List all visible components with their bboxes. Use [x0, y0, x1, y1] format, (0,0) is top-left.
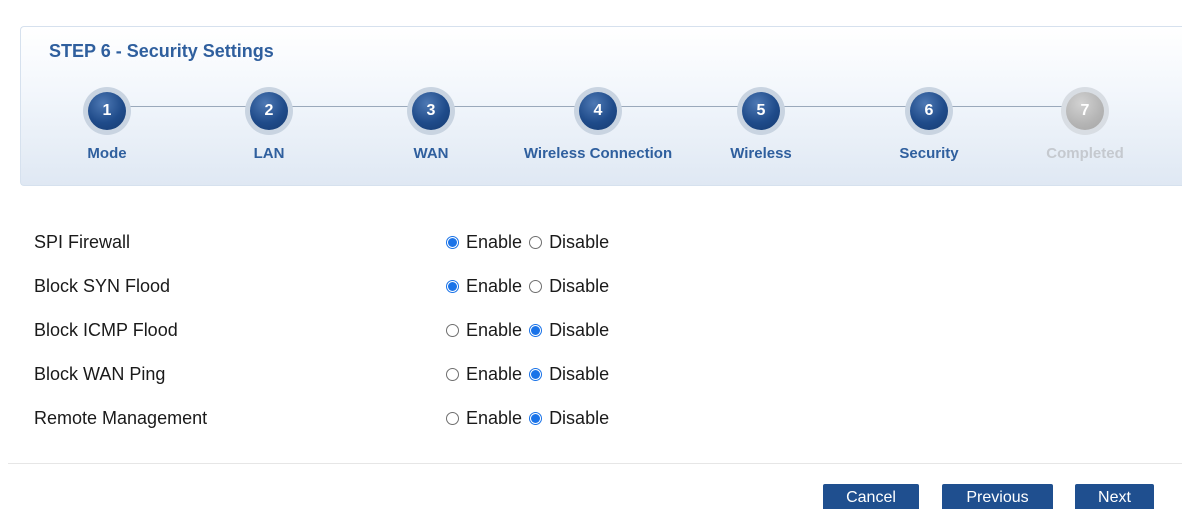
disable-option-label[interactable]: Disable	[549, 320, 609, 341]
block-icmp-flood-enable-radio[interactable]	[446, 324, 459, 337]
wizard-step-wireless-connection[interactable]: 4 Wireless Connection	[518, 87, 678, 162]
wizard-step-wireless[interactable]: 5 Wireless	[681, 87, 841, 162]
setting-label: Remote Management	[34, 408, 208, 428]
step-number-badge: 3	[412, 92, 450, 130]
wizard-step-lan[interactable]: 2 LAN	[189, 87, 349, 162]
page-title: STEP 6 - Security Settings	[49, 41, 274, 61]
setting-row-block-icmp-flood: Block ICMP Flood Enable Disable	[34, 316, 834, 360]
spi-firewall-enable-radio[interactable]	[446, 236, 459, 249]
enable-option-label[interactable]: Enable	[466, 276, 522, 297]
step-number-badge: 1	[88, 92, 126, 130]
radio-group: Enable Disable	[446, 364, 616, 385]
remote-management-disable-radio[interactable]	[529, 412, 543, 425]
block-syn-flood-disable-radio[interactable]	[529, 280, 543, 293]
step-label: Wireless	[730, 145, 792, 162]
step-label: Security	[899, 145, 959, 162]
enable-option-label[interactable]: Enable	[466, 408, 522, 429]
setting-label: Block SYN Flood	[34, 276, 171, 296]
step-number-badge: 6	[910, 92, 948, 130]
setting-row-block-wan-ping: Block WAN Ping Enable Disable	[34, 360, 834, 404]
footer-divider	[8, 463, 1182, 464]
setting-row-remote-management: Remote Management Enable Disable	[34, 404, 834, 448]
enable-option-label[interactable]: Enable	[466, 364, 522, 385]
step-label: Wireless Connection	[523, 145, 673, 162]
block-icmp-flood-disable-radio[interactable]	[529, 324, 543, 337]
setting-label: Block WAN Ping	[34, 364, 166, 384]
wizard-header-panel: STEP 6 - Security Settings 1 Mode 2 LAN …	[20, 26, 1182, 186]
wizard-step-completed: 7 Completed	[1005, 87, 1165, 162]
radio-group: Enable Disable	[446, 232, 616, 253]
setting-label: SPI Firewall	[34, 232, 131, 252]
step-label: Mode	[87, 145, 127, 162]
radio-group: Enable Disable	[446, 276, 616, 297]
cancel-button[interactable]: Cancel	[823, 484, 919, 509]
remote-management-enable-radio[interactable]	[446, 412, 459, 425]
step-number-badge: 2	[250, 92, 288, 130]
spi-firewall-disable-radio[interactable]	[529, 236, 543, 249]
security-settings-form: SPI Firewall Enable Disable Block SYN Fl…	[34, 228, 834, 448]
setting-label: Block ICMP Flood	[34, 320, 178, 340]
disable-option-label[interactable]: Disable	[549, 408, 609, 429]
radio-group: Enable Disable	[446, 408, 616, 429]
setup-wizard-page: STEP 6 - Security Settings 1 Mode 2 LAN …	[0, 0, 1182, 509]
step-number-badge: 7	[1066, 92, 1104, 130]
step-label: WAN	[413, 145, 449, 162]
disable-option-label[interactable]: Disable	[549, 364, 609, 385]
setting-row-block-syn-flood: Block SYN Flood Enable Disable	[34, 272, 834, 316]
step-number-badge: 5	[742, 92, 780, 130]
disable-option-label[interactable]: Disable	[549, 276, 609, 297]
wizard-step-security[interactable]: 6 Security	[849, 87, 1009, 162]
wizard-step-mode[interactable]: 1 Mode	[27, 87, 187, 162]
block-wan-ping-disable-radio[interactable]	[529, 368, 543, 381]
step-label: Completed	[1046, 145, 1124, 162]
next-button[interactable]: Next	[1075, 484, 1154, 509]
wizard-step-wan[interactable]: 3 WAN	[351, 87, 511, 162]
radio-group: Enable Disable	[446, 320, 616, 341]
previous-button[interactable]: Previous	[942, 484, 1053, 509]
setting-row-spi-firewall: SPI Firewall Enable Disable	[34, 228, 834, 272]
enable-option-label[interactable]: Enable	[466, 232, 522, 253]
enable-option-label[interactable]: Enable	[466, 320, 522, 341]
block-wan-ping-enable-radio[interactable]	[446, 368, 459, 381]
step-label: LAN	[253, 145, 285, 162]
block-syn-flood-enable-radio[interactable]	[446, 280, 459, 293]
disable-option-label[interactable]: Disable	[549, 232, 609, 253]
step-number-badge: 4	[579, 92, 617, 130]
